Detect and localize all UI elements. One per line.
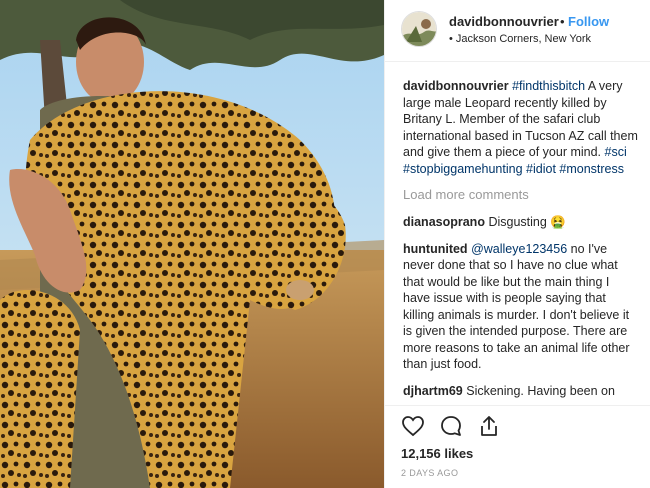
header-separator: • (560, 14, 565, 29)
comment-tag-link[interactable]: #stopbiggamehunting (403, 162, 523, 176)
comment-username[interactable]: davidbonnouvrier (403, 79, 509, 93)
like-count[interactable]: 12,156 likes (401, 446, 473, 461)
leopard-hunt-photo (0, 0, 384, 488)
comment-icon (441, 416, 461, 436)
comment: dianasoprano Disgusting 🤮 (403, 214, 639, 231)
load-more-comments-button[interactable]: Load more comments (403, 187, 639, 202)
comment-text: no I've never done that so I have no clu… (403, 241, 630, 372)
post-header: davidbonnouvrier • Follow • Jackson Corn… (385, 0, 650, 62)
comment-text: Disgusting 🤮 (488, 215, 566, 229)
post-details-panel: davidbonnouvrier • Follow • Jackson Corn… (384, 0, 650, 488)
comment-tag-link[interactable]: #idiot (526, 162, 556, 176)
share-button[interactable] (477, 414, 501, 438)
comment-username[interactable]: huntunited (403, 242, 468, 256)
comment-button[interactable] (439, 414, 463, 438)
comment-username[interactable]: dianasoprano (403, 215, 485, 229)
avatar-image (402, 12, 436, 46)
avatar[interactable] (401, 11, 437, 47)
post-timestamp[interactable]: 2 DAYS AGO (401, 468, 458, 478)
follow-button[interactable]: Follow (568, 14, 609, 29)
post-photo[interactable] (0, 0, 384, 488)
comment-tag-link[interactable]: @walleye123456 (471, 242, 567, 256)
post-actions-bar (385, 405, 650, 445)
share-icon (481, 416, 497, 436)
comment: davidbonnouvrier #findthisbitch A very l… (403, 78, 639, 177)
comment: huntunited @walleye123456 no I've never … (403, 241, 639, 373)
comments-list[interactable]: davidbonnouvrier #findthisbitch A very l… (385, 62, 650, 400)
heart-icon (402, 416, 424, 437)
comment: djhartm69 Sickening. Having been on safa… (403, 383, 639, 401)
comment-username[interactable]: djhartm69 (403, 384, 463, 398)
comment-tag-link[interactable]: #findthisbitch (512, 79, 585, 93)
comment-tag-link[interactable]: #sci (605, 145, 627, 159)
comment-tag-link[interactable]: #monstress (559, 162, 624, 176)
post-author-username[interactable]: davidbonnouvrier (449, 14, 559, 29)
post-location[interactable]: • Jackson Corners, New York (449, 33, 591, 45)
like-button[interactable] (401, 414, 425, 438)
